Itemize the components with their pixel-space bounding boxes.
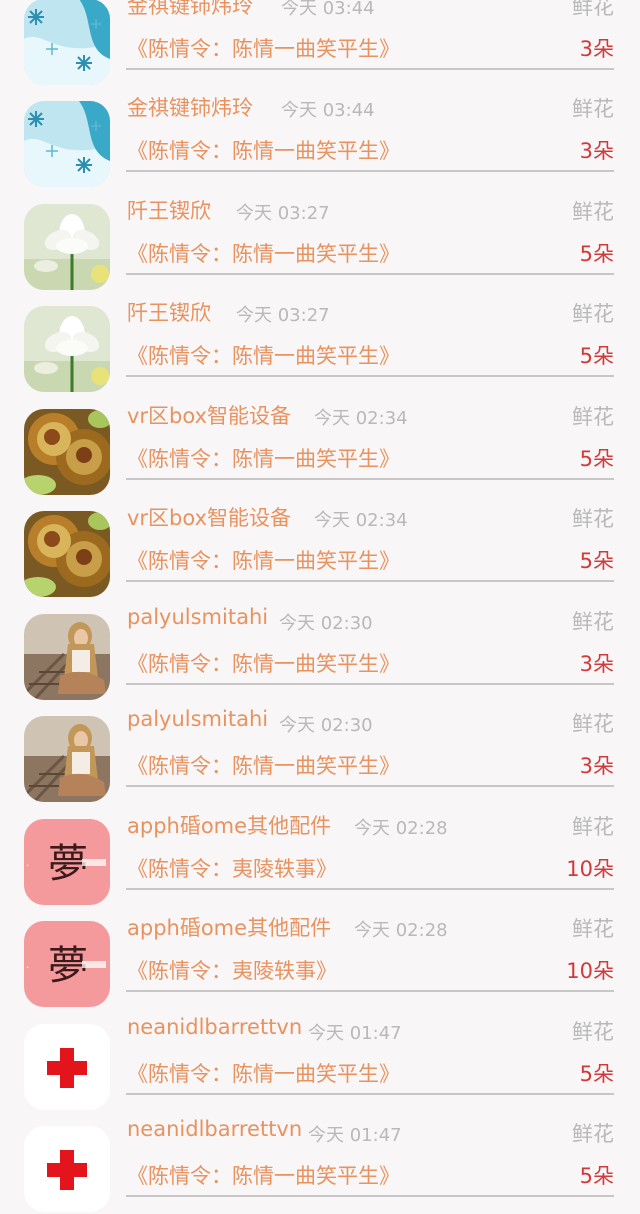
gift-type-label: 鲜花 (572, 1020, 614, 1044)
work-title-link[interactable]: 《陈情令：陈情一曲笑平生》 (127, 545, 400, 575)
work-title-link[interactable]: 《陈情令：陈情一曲笑平生》 (127, 1058, 400, 1088)
svg-text:·: · (26, 861, 29, 872)
sender-name[interactable]: palyulsmitahi (127, 605, 268, 629)
gift-type-label: 鲜花 (572, 610, 614, 634)
gift-type-label: 鲜花 (572, 200, 614, 224)
sender-name[interactable]: neanidlbarrettvn (127, 1015, 302, 1039)
sender-name[interactable]: neanidlbarrettvn (127, 1117, 302, 1141)
row-divider (126, 580, 614, 582)
gift-count: 10朵 (566, 857, 614, 881)
gift-record-row[interactable]: neanidlbarrettvn 今天 01:47 鲜花《陈情令：陈情一曲笑平生》 5… (0, 1009, 640, 1112)
gift-count: 5朵 (579, 344, 614, 368)
gift-record-row[interactable]: neanidlbarrettvn 今天 01:47 鲜花《陈情令：陈情一曲笑平生》 5… (0, 1111, 640, 1214)
gift-type-label: 鲜花 (572, 712, 614, 736)
send-time: 今天 02:30 (279, 715, 373, 736)
carved-fruit-avatar[interactable] (24, 409, 110, 495)
sender-name[interactable]: vr区box智能设备 (127, 400, 291, 430)
work-title-link[interactable]: 《陈情令：陈情一曲笑平生》 (127, 443, 400, 473)
row-divider (126, 683, 614, 685)
svg-text:·: · (26, 963, 29, 974)
row-divider (126, 785, 614, 787)
gift-type-label: 鲜花 (572, 917, 614, 941)
sender-name[interactable]: 阡王锲欣 (127, 195, 211, 225)
gift-record-row[interactable]: 阡王锲欣 今天 03:27 鲜花《陈情令：陈情一曲笑平生》 5朵 (0, 189, 640, 292)
gift-type-label: 鲜花 (572, 1122, 614, 1146)
row-divider (126, 1093, 614, 1095)
gift-type-label: 鲜花 (572, 0, 614, 19)
gift-type-label: 鲜花 (572, 302, 614, 326)
gift-count: 5朵 (579, 1164, 614, 1188)
gift-count: 5朵 (579, 447, 614, 471)
carved-fruit-avatar[interactable] (24, 511, 110, 597)
red-cross-avatar[interactable] (24, 1024, 110, 1110)
gift-type-label: 鲜花 (572, 405, 614, 429)
send-time: 今天 02:28 (354, 818, 448, 839)
gift-record-row[interactable]: 夢 · apph碈ome其他配件 今天 02:28 鲜花《陈情令：夷陵轶事》 10朵 (0, 804, 640, 907)
gift-count: 3朵 (579, 37, 614, 61)
work-title-link[interactable]: 《陈情令：陈情一曲笑平生》 (127, 135, 400, 165)
gift-type-label: 鲜花 (572, 97, 614, 121)
send-time: 今天 03:44 (281, 100, 375, 121)
white-lotus-avatar[interactable] (24, 204, 110, 290)
gift-count: 10朵 (566, 959, 614, 983)
row-divider (126, 375, 614, 377)
row-divider (126, 1195, 614, 1197)
gift-record-row[interactable]: vr区box智能设备 今天 02:34 鲜花《陈情令：陈情一曲笑平生》 5朵 (0, 394, 640, 497)
dream-character-avatar[interactable]: 夢 · (24, 921, 110, 1007)
gift-count: 3朵 (579, 139, 614, 163)
snowflake-avatar[interactable] (24, 101, 110, 187)
sender-name[interactable]: 金祺键铈炜玲 (127, 92, 253, 122)
sender-name[interactable]: apph碈ome其他配件 (127, 810, 331, 840)
row-divider (126, 170, 614, 172)
send-time: 今天 01:47 (308, 1125, 402, 1146)
sender-name[interactable]: palyulsmitahi (127, 707, 268, 731)
send-time: 今天 03:27 (236, 203, 330, 224)
gift-record-row[interactable]: vr区box智能设备 今天 02:34 鲜花《陈情令：陈情一曲笑平生》 5朵 (0, 496, 640, 599)
send-time: 今天 02:34 (314, 408, 408, 429)
sender-name[interactable]: 阡王锲欣 (127, 297, 211, 327)
row-divider (126, 68, 614, 70)
send-time: 今天 02:30 (279, 613, 373, 634)
gift-count: 3朵 (579, 754, 614, 778)
gift-record-row[interactable]: 金祺键铈炜玲 今天 03:44 鲜花《陈情令：陈情一曲笑平生》 3朵 (0, 86, 640, 189)
send-time: 今天 02:34 (314, 510, 408, 531)
gift-record-row[interactable]: 金祺键铈炜玲 今天 03:44 鲜花《陈情令：陈情一曲笑平生》 3朵 (0, 0, 640, 87)
gift-record-row[interactable]: palyulsmitahi 今天 02:30 鲜花《陈情令：陈情一曲笑平生》 3朵 (0, 599, 640, 702)
send-time: 今天 02:28 (354, 920, 448, 941)
gift-count: 5朵 (579, 1062, 614, 1086)
work-title-link[interactable]: 《陈情令：夷陵轶事》 (127, 955, 337, 985)
gift-record-list: 金祺键铈炜玲 今天 03:44 鲜花 《陈情令：陈情一曲笑平生》 3朵 金祺键铈炜玲 今天… (0, 0, 640, 1214)
work-title-link[interactable]: 《陈情令：陈情一曲笑平生》 (127, 750, 400, 780)
gift-type-label: 鲜花 (572, 815, 614, 839)
girl-on-rails-avatar[interactable] (24, 716, 110, 802)
send-time: 今天 03:44 (281, 0, 375, 19)
work-title-link[interactable]: 《陈情令：陈情一曲笑平生》 (127, 340, 400, 370)
gift-record-row[interactable]: palyulsmitahi 今天 02:30 鲜花《陈情令：陈情一曲笑平生》 3朵 (0, 701, 640, 804)
work-title-link[interactable]: 《陈情令：陈情一曲笑平生》 (127, 648, 400, 678)
work-title-link[interactable]: 《陈情令：陈情一曲笑平生》 (127, 33, 400, 63)
row-divider (126, 273, 614, 275)
row-divider (126, 478, 614, 480)
sender-name[interactable]: 金祺键铈炜玲 (127, 0, 253, 20)
white-lotus-avatar[interactable] (24, 306, 110, 392)
dream-character-avatar[interactable]: 夢 · (24, 819, 110, 905)
gift-count: 3朵 (579, 652, 614, 676)
sender-name[interactable]: apph碈ome其他配件 (127, 912, 331, 942)
gift-record-row[interactable]: 阡王锲欣 今天 03:27 鲜花《陈情令：陈情一曲笑平生》 5朵 (0, 291, 640, 394)
work-title-link[interactable]: 《陈情令：陈情一曲笑平生》 (127, 1160, 400, 1190)
gift-count: 5朵 (579, 549, 614, 573)
gift-type-label: 鲜花 (572, 507, 614, 531)
red-cross-avatar[interactable] (24, 1126, 110, 1212)
send-time: 今天 03:27 (236, 305, 330, 326)
gift-record-row[interactable]: 夢 · apph碈ome其他配件 今天 02:28 鲜花《陈情令：夷陵轶事》 10朵 (0, 906, 640, 1009)
send-time: 今天 01:47 (308, 1023, 402, 1044)
gift-count: 5朵 (579, 242, 614, 266)
work-title-link[interactable]: 《陈情令：陈情一曲笑平生》 (127, 238, 400, 268)
row-divider (126, 990, 614, 992)
work-title-link[interactable]: 《陈情令：夷陵轶事》 (127, 853, 337, 883)
row-divider (126, 888, 614, 890)
snowflake-avatar[interactable] (24, 0, 110, 85)
girl-on-rails-avatar[interactable] (24, 614, 110, 700)
sender-name[interactable]: vr区box智能设备 (127, 502, 291, 532)
